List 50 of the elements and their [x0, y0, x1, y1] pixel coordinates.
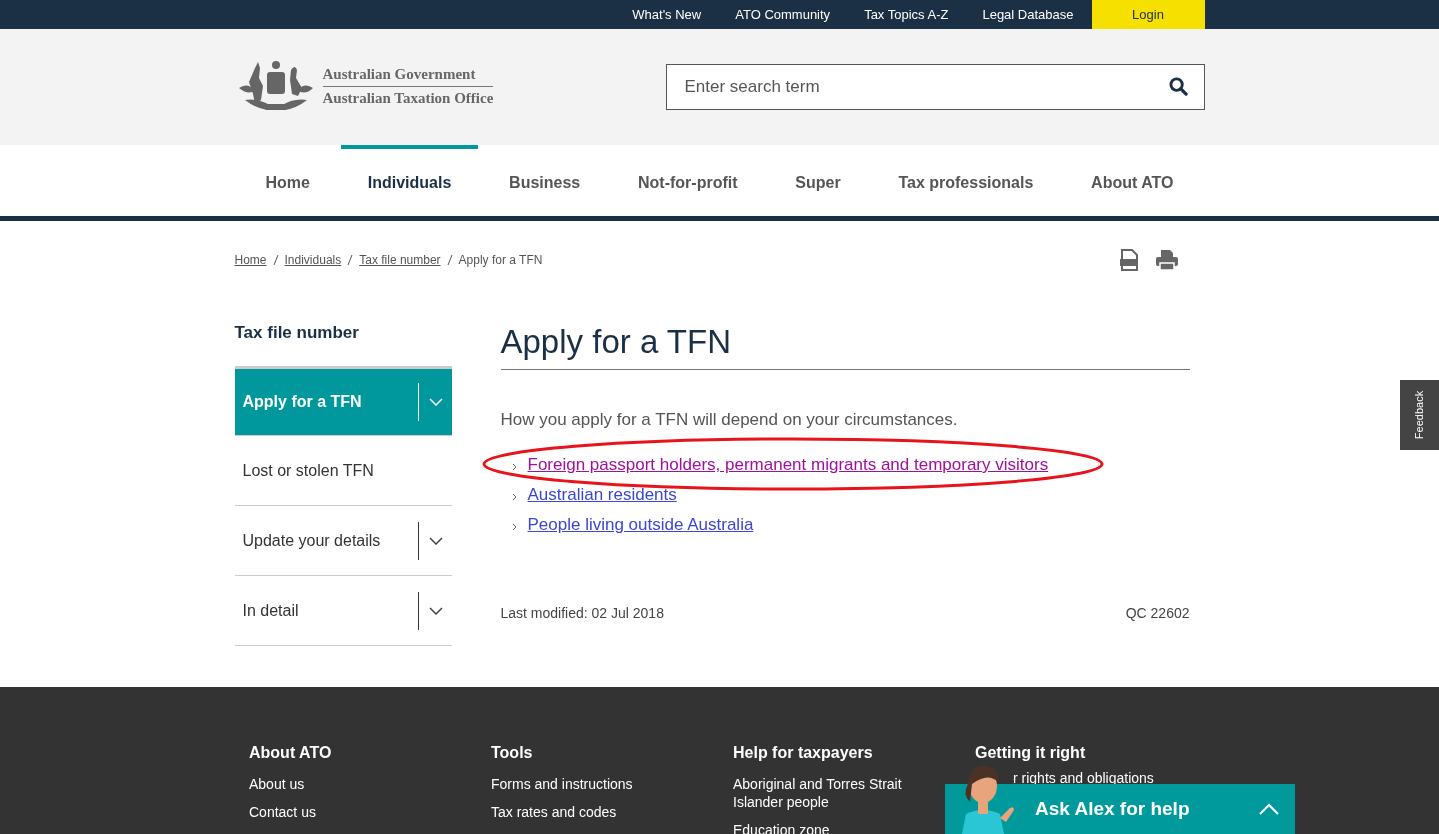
separator-icon [347, 253, 354, 266]
government-name: Australian Government [322, 65, 494, 87]
content-link[interactable]: People living outside Australia [527, 515, 754, 535]
caret-up-icon[interactable] [1259, 803, 1279, 815]
breadcrumb-link[interactable]: Individuals [284, 252, 342, 267]
separator-icon [446, 253, 453, 266]
breadcrumb-current: Apply for a TFN [458, 252, 543, 267]
footer-link[interactable]: About us [249, 775, 434, 793]
footer-link[interactable]: Contact us [249, 803, 434, 821]
feedback-tab[interactable]: Feedback [1400, 380, 1439, 450]
top-link[interactable]: Legal Database [965, 7, 1091, 22]
breadcrumb-link[interactable]: Home [234, 252, 267, 267]
qc-number: QC 22602 [1125, 605, 1190, 621]
print-icon[interactable] [1154, 248, 1179, 271]
sidebar-item[interactable]: In detail [234, 576, 452, 646]
chevron-right-icon [511, 493, 517, 501]
separator-icon [272, 253, 279, 266]
footer-link[interactable]: Tax rates and codes [491, 803, 676, 821]
sidebar-title: Tax file number [234, 323, 360, 344]
login-button[interactable]: Login [1091, 0, 1205, 29]
footer-heading: Tools [491, 744, 534, 762]
last-modified-text: Last modified: 02 Jul 2018 [500, 605, 664, 621]
top-link[interactable]: Tax Topics A-Z [847, 7, 966, 22]
chevron-right-icon [511, 463, 517, 471]
sidebar-item[interactable]: Update your details [234, 506, 452, 576]
footer-link[interactable]: Aboriginal and Torres Strait Islander people [733, 775, 918, 811]
nav-tab[interactable]: Super [768, 145, 868, 216]
search-field[interactable]: Enter search term [665, 64, 1205, 110]
sidebar-item[interactable]: Lost or stolen TFN [234, 436, 452, 506]
intro-text: How you apply for a TFN will depend on your circumstances. [500, 410, 959, 430]
footer-heading: Help for taxpayers [733, 744, 874, 762]
top-link[interactable]: ATO Community [718, 7, 848, 22]
footer-heading: Getting it right [975, 744, 1087, 762]
office-name: Australian Taxation Office [322, 89, 494, 107]
footer-heading: About ATO [249, 744, 333, 762]
nav-tab[interactable]: Business [482, 145, 608, 216]
nav-tab[interactable]: Individuals [340, 145, 479, 216]
footer-link[interactable]: Forms and instructions [491, 775, 676, 793]
pdf-icon[interactable] [1118, 248, 1139, 271]
content-link[interactable]: Australian residents [527, 485, 677, 505]
chevron-right-icon [511, 523, 517, 531]
search-icon[interactable] [1168, 77, 1188, 96]
nav-tab[interactable]: Tax professionals [871, 145, 1061, 216]
page-title: Apply for a TFN [500, 323, 1190, 370]
top-link[interactable]: What's New [615, 7, 719, 22]
sidebar-item[interactable]: Apply for a TFN [234, 366, 452, 436]
breadcrumb-link[interactable]: Tax file number [359, 252, 441, 267]
nav-tab[interactable]: Home [238, 145, 337, 216]
nav-tab[interactable]: About ATO [1064, 145, 1201, 216]
nav-tab[interactable]: Not-for-profit [611, 145, 765, 216]
